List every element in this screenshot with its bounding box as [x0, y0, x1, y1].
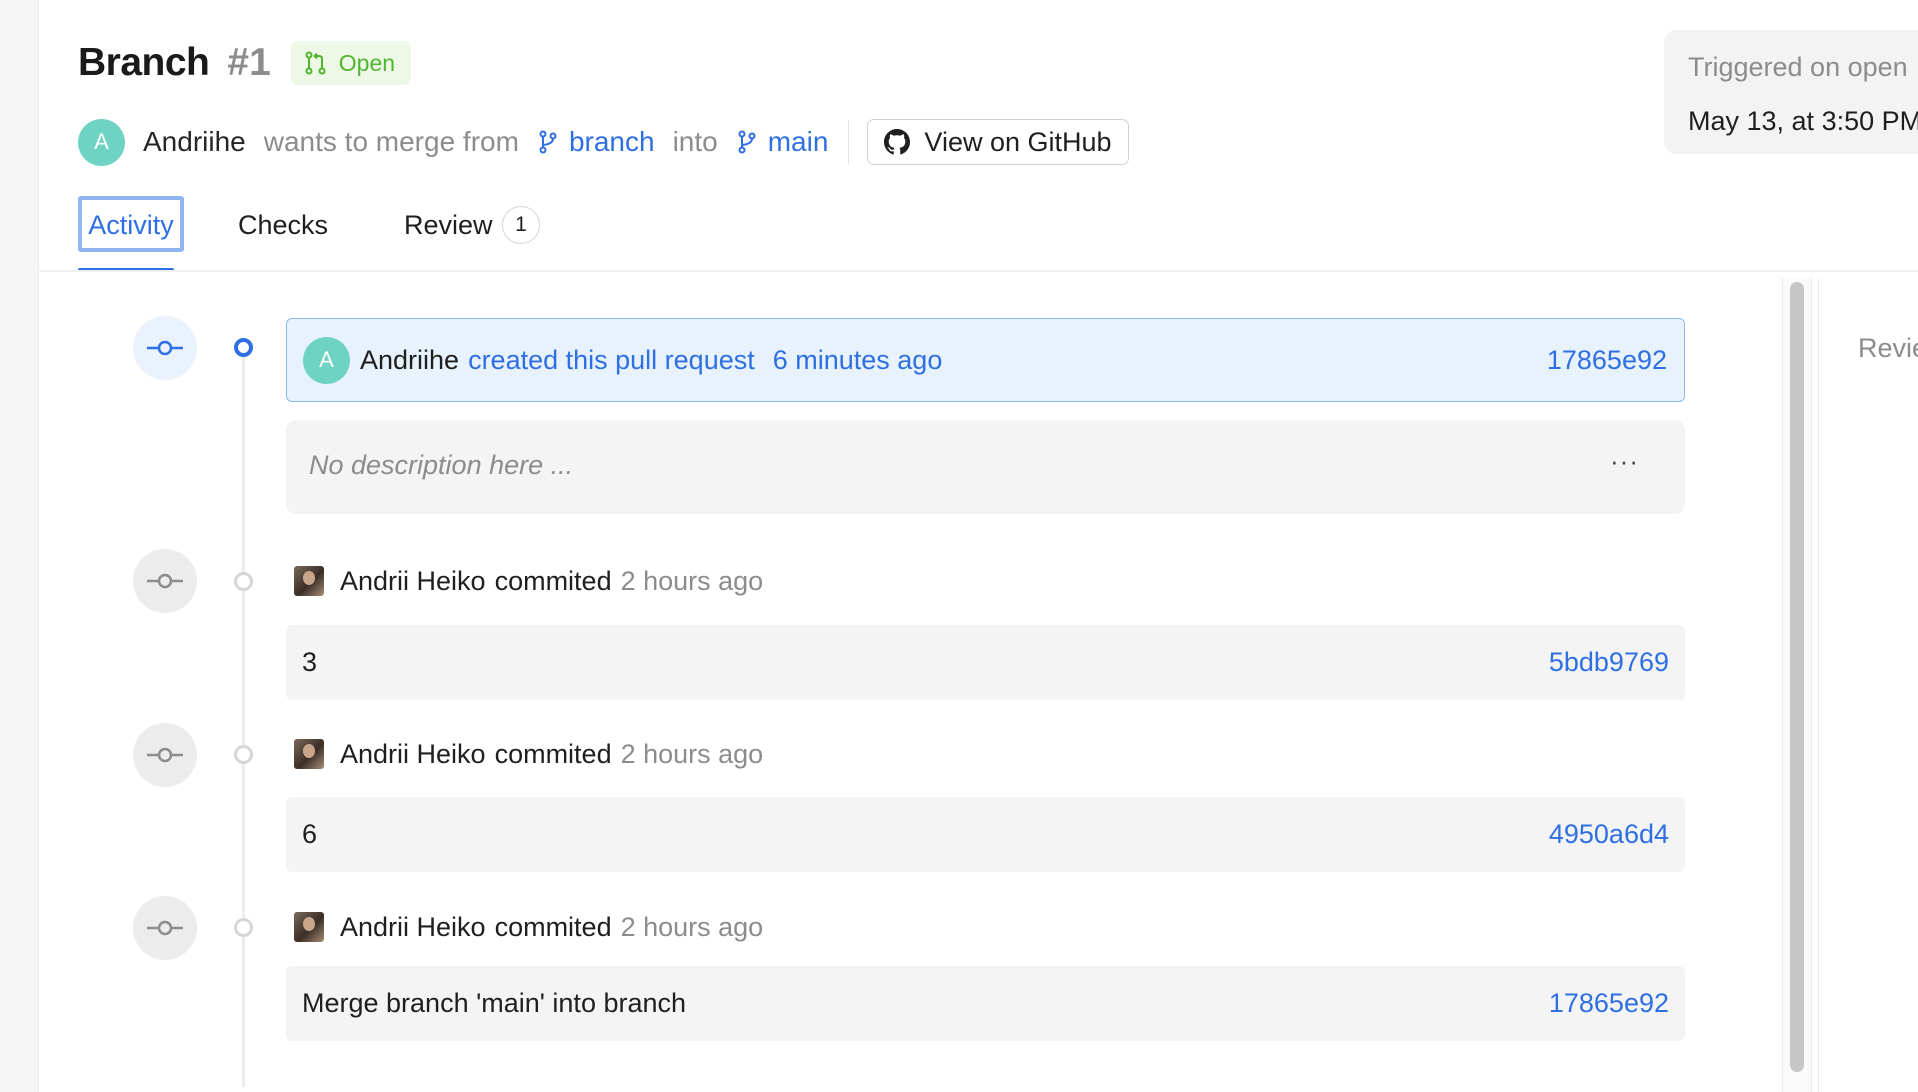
avatar	[294, 566, 324, 596]
pr-created-event: A Andriihe created this pull request 6 m…	[286, 318, 1685, 402]
commit-hash-link[interactable]: 17865e92	[1549, 988, 1669, 1019]
trigger-info-card: Triggered on open May 13, at 3:50 PM	[1664, 30, 1918, 154]
branch-icon	[539, 130, 557, 154]
commit-hash-link[interactable]: 5bdb9769	[1549, 647, 1669, 678]
avatar: A	[303, 336, 350, 384]
commit-header: Andrii Heiko commited 2 hours ago	[294, 909, 763, 945]
commit-card: 3 5bdb9769	[286, 625, 1685, 700]
timeline-line	[242, 352, 245, 1087]
commit-verb: commited	[494, 738, 612, 769]
into-text: into	[672, 126, 718, 157]
target-branch-label: main	[767, 126, 829, 157]
target-branch-link[interactable]: main	[738, 126, 829, 158]
commit-verb: commited	[494, 911, 612, 942]
commit-message: 6	[302, 819, 318, 849]
more-options-icon[interactable]: ···	[1610, 446, 1639, 477]
description-placeholder: No description here ...	[309, 450, 574, 480]
git-commit-icon	[147, 573, 183, 589]
pr-meta-row: A Andriihe wants to merge from branch in…	[78, 118, 1129, 166]
event-commit-icon	[133, 316, 197, 380]
view-on-github-button[interactable]: View on GitHub	[867, 119, 1129, 165]
merge-action-text: wants to merge from	[263, 126, 519, 157]
page-title: Branch	[78, 41, 210, 84]
description-box: No description here ... ···	[286, 420, 1685, 514]
commit-time: 2 hours ago	[620, 738, 764, 769]
reviewers-heading: Reviewers	[1858, 333, 1918, 363]
pr-title-row: Branch #1 Open	[78, 38, 412, 88]
trigger-label: Triggered on open	[1688, 52, 1908, 82]
scrollbar-thumb[interactable]	[1790, 282, 1804, 1072]
avatar	[294, 739, 324, 769]
timeline-dot	[234, 572, 253, 591]
tab-checks-label: Checks	[238, 210, 329, 240]
commit-header: Andrii Heiko commited 2 hours ago	[294, 736, 763, 772]
git-commit-icon	[147, 747, 183, 763]
event-commit-icon	[133, 896, 197, 960]
commit-card: 6 4950a6d4	[286, 797, 1685, 872]
tabs-divider	[38, 270, 1918, 272]
branch-icon	[738, 130, 756, 154]
timeline-dot	[234, 745, 253, 764]
meta-divider	[848, 120, 850, 164]
event-user[interactable]: Andriihe	[360, 345, 459, 376]
review-count-badge: 1	[502, 206, 540, 244]
event-action: created this pull request	[468, 344, 755, 375]
pr-number: #1	[227, 41, 271, 84]
github-button-label: View on GitHub	[924, 126, 1112, 157]
commit-author[interactable]: Andrii Heiko	[340, 912, 486, 943]
left-sidebar-rail	[0, 0, 39, 1092]
timeline-dot	[234, 338, 253, 357]
event-commit-icon	[133, 723, 197, 787]
commit-author[interactable]: Andrii Heiko	[340, 566, 486, 597]
status-badge: Open	[290, 41, 412, 85]
trigger-date: May 13, at 3:50 PM	[1688, 106, 1918, 136]
tab-review-label: Review	[404, 210, 493, 240]
right-panel-divider	[1818, 278, 1819, 1092]
avatar	[294, 912, 324, 942]
commit-author[interactable]: Andrii Heiko	[340, 739, 486, 770]
avatar: A	[78, 118, 125, 166]
commit-time: 2 hours ago	[620, 911, 764, 942]
github-icon	[884, 129, 911, 155]
commit-message: Merge branch 'main' into branch	[302, 988, 687, 1018]
source-branch-link[interactable]: branch	[539, 126, 655, 158]
event-commit-icon	[133, 549, 197, 613]
pull-request-icon	[305, 51, 326, 75]
commit-header: Andrii Heiko commited 2 hours ago	[294, 563, 763, 599]
scrollbar[interactable]	[1782, 278, 1812, 1092]
commit-verb: commited	[494, 565, 612, 596]
commit-hash-link[interactable]: 17865e92	[1547, 345, 1667, 376]
author-name[interactable]: Andriihe	[143, 126, 246, 158]
commit-time: 2 hours ago	[620, 565, 764, 596]
git-commit-icon	[147, 340, 183, 356]
tab-activity-label: Activity	[88, 210, 174, 240]
commit-hash-link[interactable]: 4950a6d4	[1549, 819, 1669, 850]
timeline-dot	[234, 918, 253, 937]
source-branch-label: branch	[568, 126, 655, 157]
event-time: 6 minutes ago	[772, 344, 943, 375]
status-label: Open	[338, 49, 396, 76]
git-commit-icon	[147, 920, 183, 936]
commit-message: 3	[302, 647, 318, 677]
commit-card: Merge branch 'main' into branch 17865e92	[286, 966, 1685, 1041]
